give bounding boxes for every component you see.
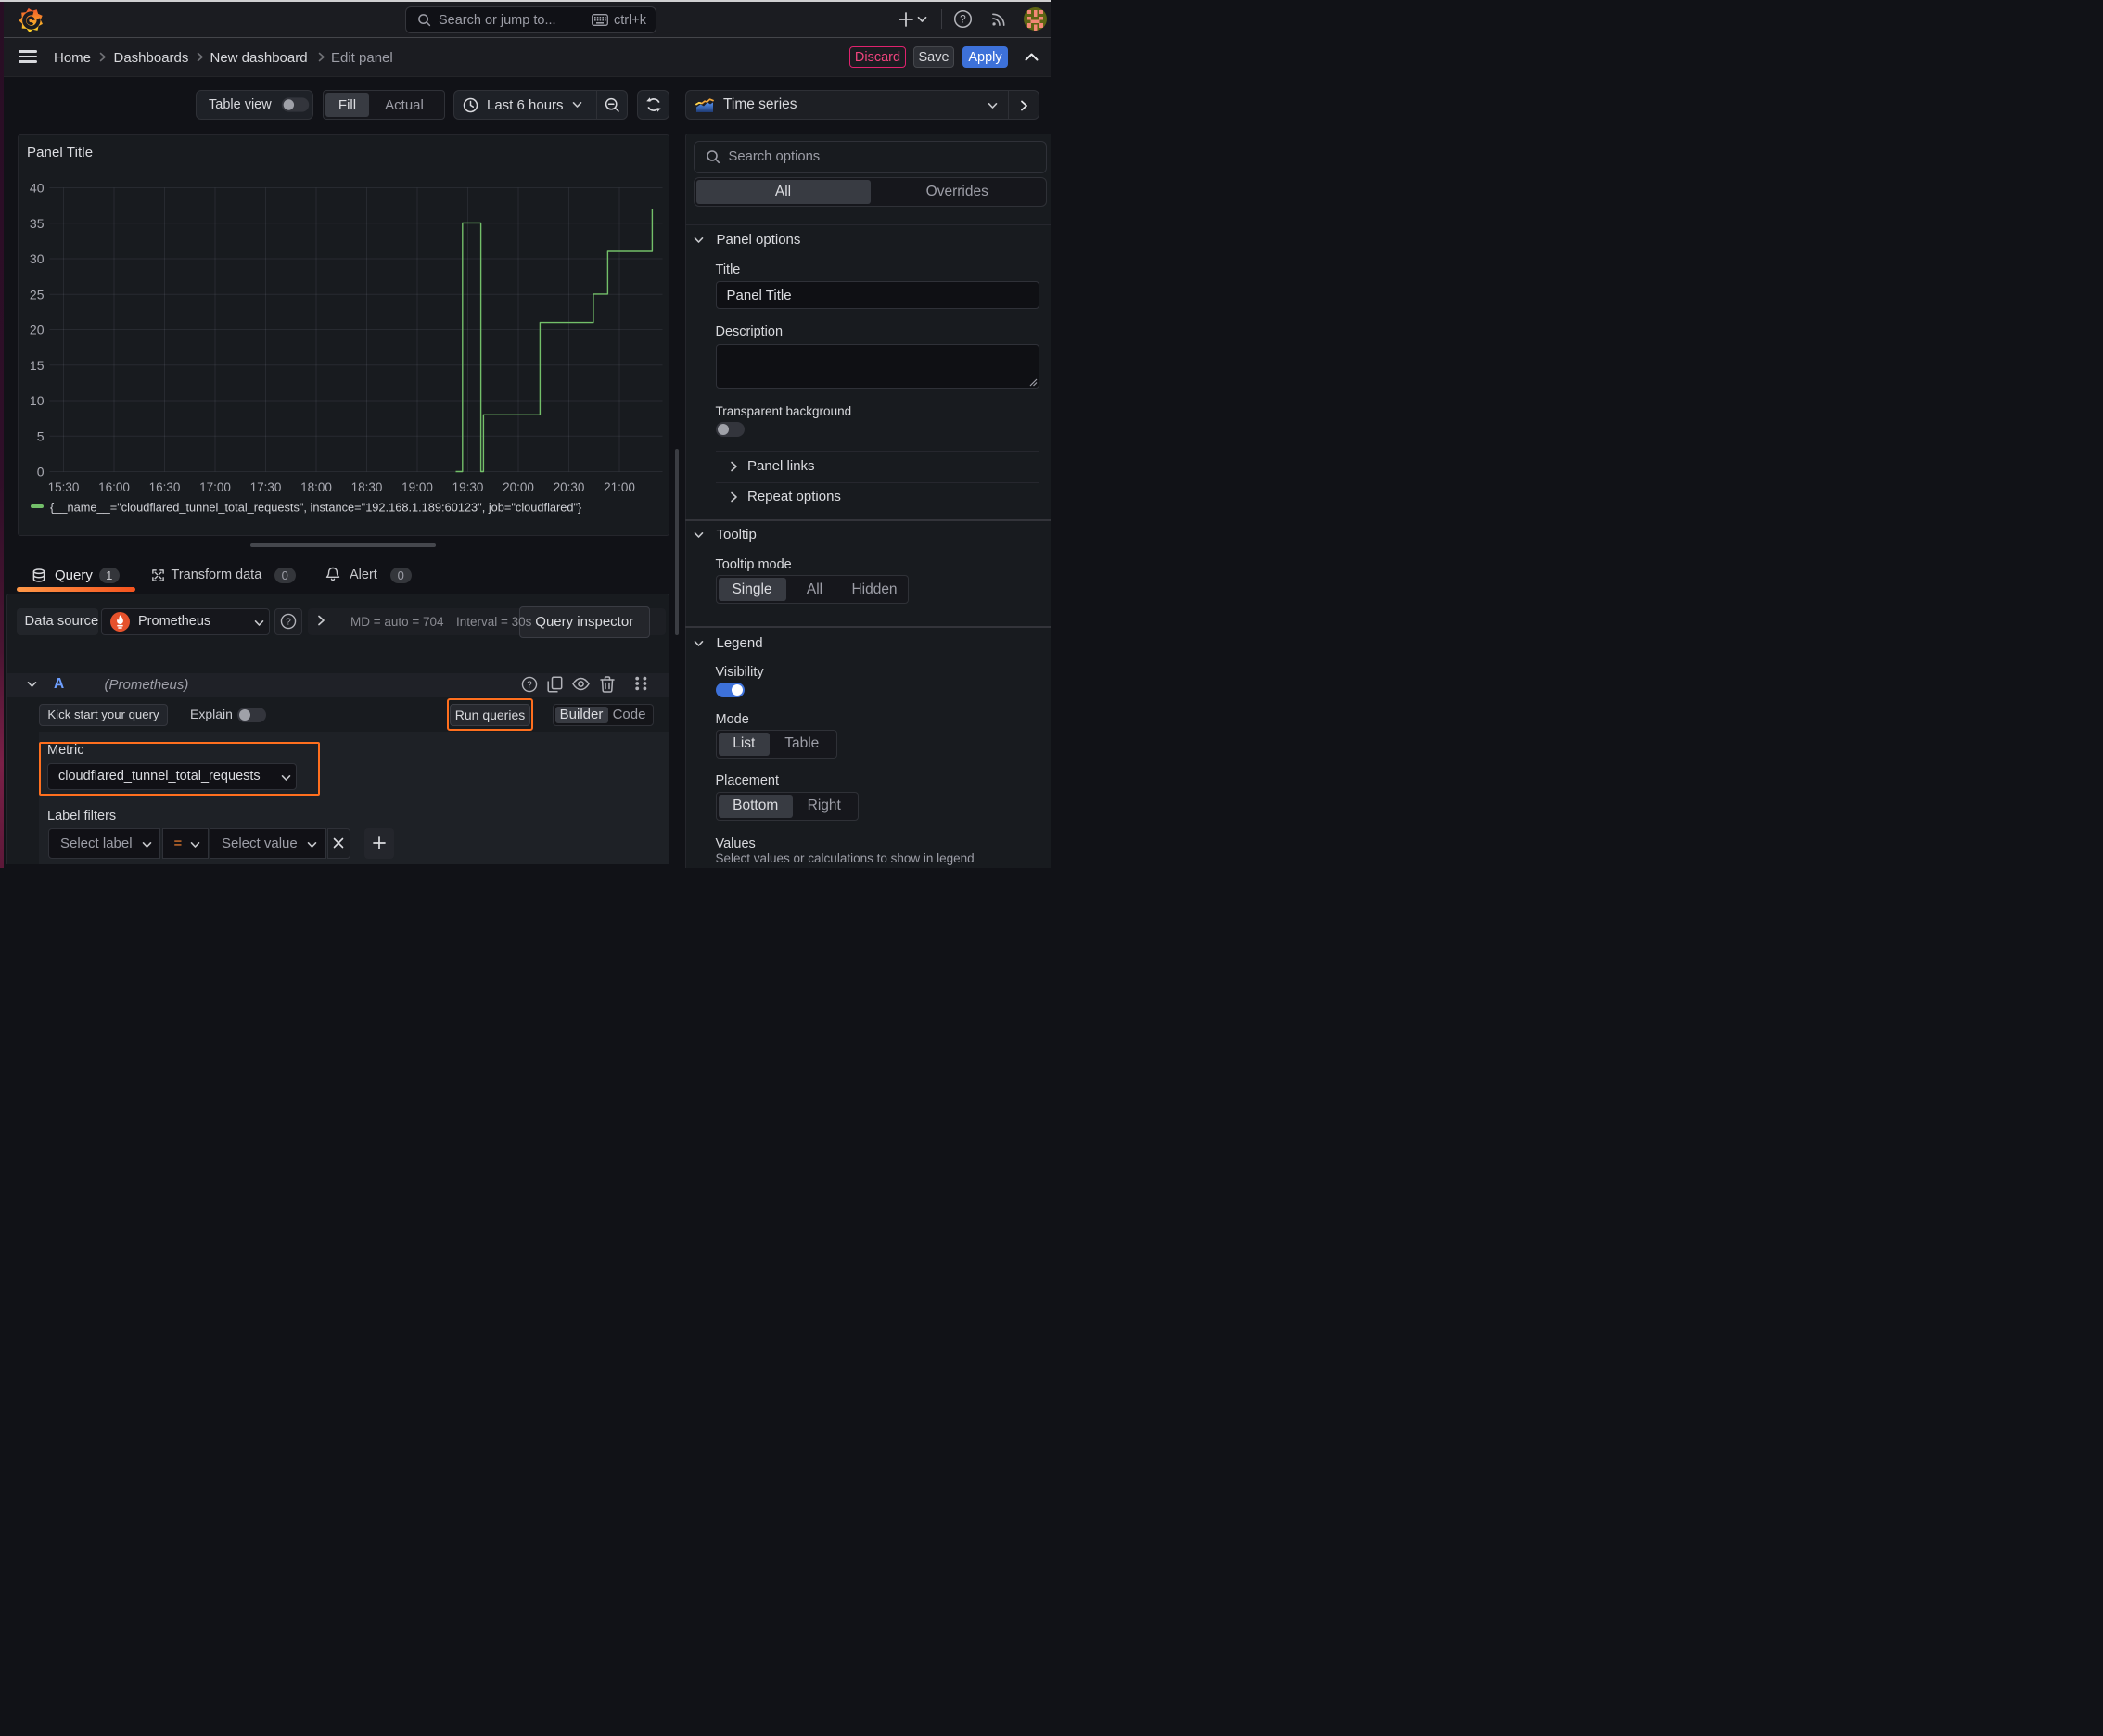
svg-text:5: 5 (36, 428, 44, 443)
svg-text:20:00: 20:00 (503, 480, 534, 494)
svg-text:?: ? (960, 13, 966, 26)
svg-text:19:30: 19:30 (452, 480, 483, 494)
svg-text:15: 15 (29, 358, 44, 373)
svg-text:0: 0 (36, 465, 44, 479)
svg-text:18:30: 18:30 (350, 480, 382, 494)
svg-text:17:00: 17:00 (199, 480, 231, 494)
svg-text:18:00: 18:00 (300, 480, 332, 494)
svg-text:35: 35 (29, 216, 44, 231)
svg-text:17:30: 17:30 (249, 480, 281, 494)
svg-text:20:30: 20:30 (553, 480, 584, 494)
svg-text:40: 40 (29, 181, 44, 196)
svg-text:21:00: 21:00 (604, 480, 635, 494)
svg-text:19:00: 19:00 (401, 480, 433, 494)
svg-text:16:30: 16:30 (148, 480, 180, 494)
svg-text:?: ? (527, 680, 532, 690)
svg-text:20: 20 (29, 323, 44, 338)
svg-text:16:00: 16:00 (98, 480, 130, 494)
svg-text:15:30: 15:30 (47, 480, 79, 494)
svg-text:?: ? (286, 618, 291, 628)
svg-text:25: 25 (29, 287, 44, 301)
svg-text:10: 10 (29, 393, 44, 408)
svg-text:{__name__="cloudflared_tunnel_: {__name__="cloudflared_tunnel_total_requ… (50, 501, 582, 515)
svg-text:30: 30 (29, 251, 44, 266)
